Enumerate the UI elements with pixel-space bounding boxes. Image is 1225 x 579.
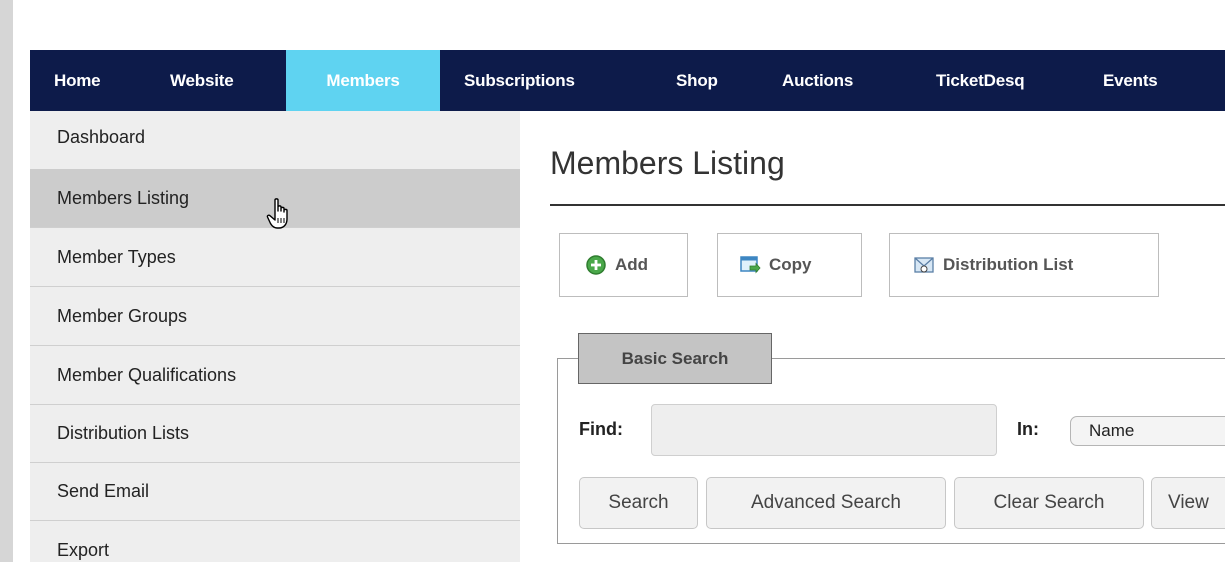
- sidebar-item-member-types[interactable]: Member Types: [30, 228, 520, 287]
- sidebar-item-member-groups[interactable]: Member Groups: [30, 287, 520, 346]
- search-button[interactable]: Search: [579, 477, 698, 529]
- sidebar-item-label: Send Email: [57, 481, 150, 501]
- window-edge: [0, 0, 13, 562]
- sidebar-item-label: Export: [57, 540, 110, 560]
- sidebar-item-label: Member Qualifications: [57, 365, 237, 385]
- in-label: In:: [1017, 419, 1039, 439]
- clear-search-button[interactable]: Clear Search: [954, 477, 1144, 529]
- copy-icon: [740, 256, 761, 274]
- copy-button-label: Copy: [769, 255, 812, 274]
- plus-circle-icon: [586, 255, 606, 275]
- sidebar-item-label: Members Listing: [57, 188, 190, 208]
- sidebar-item-export[interactable]: Export: [30, 521, 520, 579]
- nav-events[interactable]: Events: [1103, 50, 1158, 111]
- sidebar-item-dashboard[interactable]: Dashboard: [30, 111, 520, 170]
- sidebar: Dashboard Members Listing Member Types M…: [30, 111, 520, 562]
- nav-subscriptions[interactable]: Subscriptions: [464, 50, 575, 111]
- distribution-list-button[interactable]: Distribution List: [889, 233, 1159, 297]
- sidebar-item-member-qualifications[interactable]: Member Qualifications: [30, 346, 520, 405]
- sidebar-item-distribution-lists[interactable]: Distribution Lists: [30, 404, 520, 463]
- mail-list-icon: [914, 257, 934, 273]
- hand-pointer-icon: [266, 198, 288, 229]
- sidebar-item-label: Member Types: [57, 247, 176, 267]
- page-title: Members Listing: [550, 145, 785, 181]
- top-navigation: Home Website Members Subscriptions Shop …: [30, 50, 1225, 111]
- nav-members[interactable]: Members: [286, 50, 440, 111]
- sidebar-item-send-email[interactable]: Send Email: [30, 462, 520, 521]
- add-button[interactable]: Add: [559, 233, 688, 297]
- add-button-label: Add: [615, 255, 649, 274]
- sidebar-item-label: Member Groups: [57, 306, 188, 326]
- nav-auctions[interactable]: Auctions: [782, 50, 853, 111]
- sidebar-item-label: Dashboard: [57, 127, 146, 147]
- copy-button[interactable]: Copy: [717, 233, 862, 297]
- search-field-select[interactable]: Name: [1070, 416, 1225, 446]
- distribution-list-button-label: Distribution List: [943, 255, 1074, 274]
- nav-shop[interactable]: Shop: [676, 50, 718, 111]
- view-button[interactable]: View: [1151, 477, 1225, 529]
- nav-home[interactable]: Home: [54, 50, 101, 111]
- basic-search-legend: Basic Search: [578, 333, 772, 384]
- search-field-select-value: Name: [1089, 421, 1135, 440]
- sidebar-item-label: Distribution Lists: [57, 423, 190, 443]
- nav-ticketdesq[interactable]: TicketDesq: [936, 50, 1025, 111]
- find-label: Find:: [579, 419, 623, 439]
- nav-website[interactable]: Website: [170, 50, 234, 111]
- title-divider: [550, 204, 1225, 206]
- find-input[interactable]: [651, 404, 997, 456]
- advanced-search-button[interactable]: Advanced Search: [706, 477, 946, 529]
